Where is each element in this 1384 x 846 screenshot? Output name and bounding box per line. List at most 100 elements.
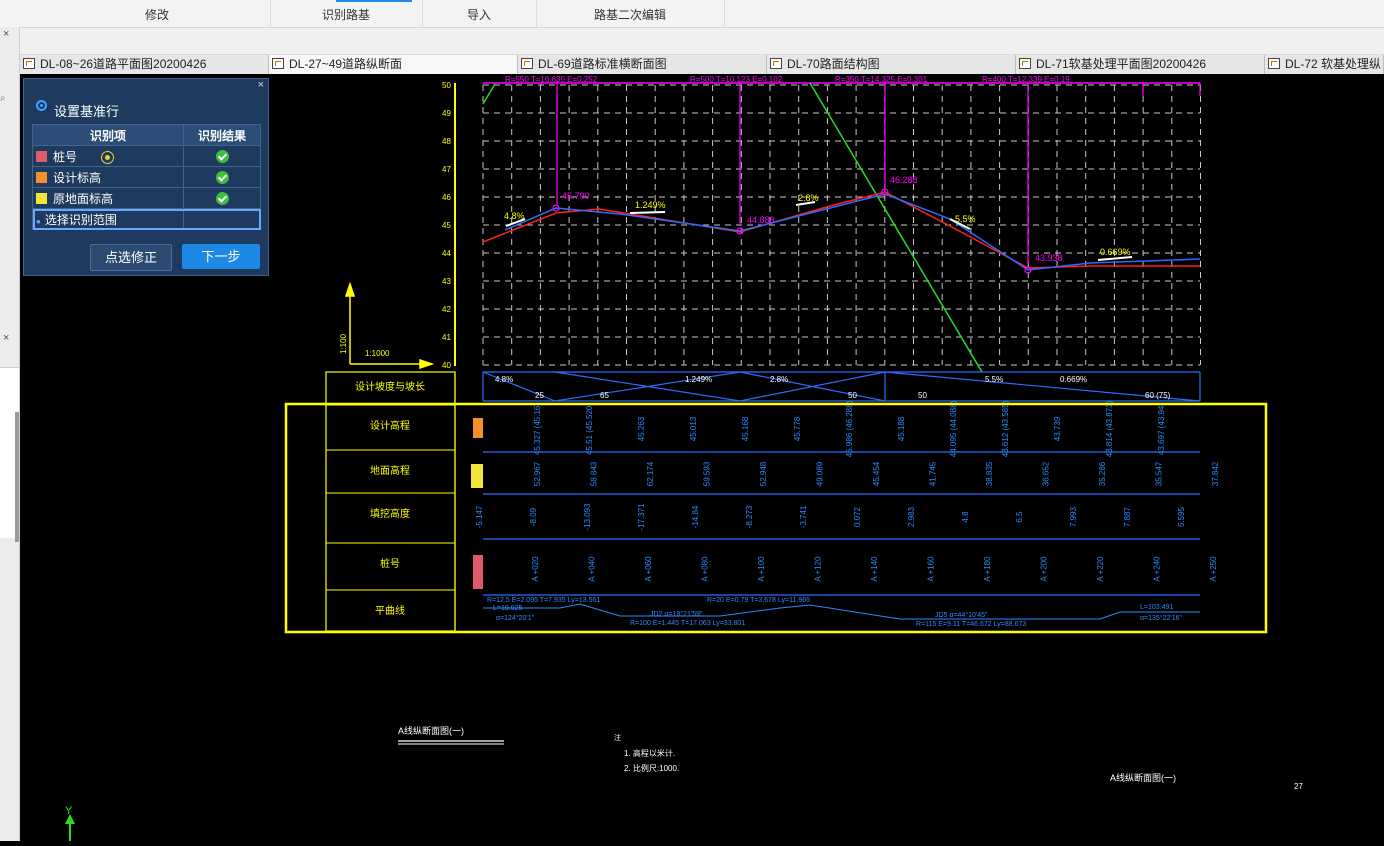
next-step-button[interactable]: 下一步 bbox=[182, 244, 260, 269]
table-frame bbox=[325, 371, 456, 632]
length-value: 60 (75) bbox=[1145, 391, 1171, 400]
fill-cut-value: -17.371 bbox=[637, 503, 646, 531]
length-value: 65 bbox=[600, 391, 609, 400]
tab-doc-5[interactable]: DL-71软基处理平面图20200426 bbox=[1016, 55, 1265, 74]
design-elev-value: 45.263 bbox=[637, 416, 646, 441]
active-menu-indicator bbox=[336, 0, 412, 2]
plan-curve-label: α=124°20'1" bbox=[496, 614, 535, 622]
fill-cut-value: -14.84 bbox=[691, 505, 700, 528]
table-row[interactable]: 设计标高 bbox=[32, 166, 261, 188]
y-tick-label: 41 bbox=[442, 333, 451, 342]
menu-modify[interactable]: 修改 bbox=[44, 0, 271, 27]
target-icon[interactable] bbox=[101, 150, 115, 164]
design-elev-value: 43.697 (43.94) bbox=[1157, 403, 1166, 455]
fill-cut-value: -8.273 bbox=[745, 505, 754, 528]
curve-label-1: R=550 T=16.635 E=0.252 bbox=[505, 75, 598, 84]
curve-markers bbox=[556, 83, 1201, 264]
tab-doc-6[interactable]: DL-72 软基处理纵 bbox=[1265, 55, 1384, 74]
select-range-row[interactable]: ● 选择识别范围 bbox=[32, 208, 261, 230]
row-label: 原地面标高 bbox=[53, 191, 114, 206]
pick-fix-button[interactable]: 点选修正 bbox=[90, 244, 172, 271]
station-value: A +250 bbox=[1209, 556, 1218, 582]
baseline-settings-panel: × 设置基准行 识别项 识别结果 桩号 设计标高 原地面标高 ● 选择识别范围 点选… bbox=[23, 78, 269, 276]
curve-label-2: R=500 T=10.123 E=0.102 bbox=[690, 75, 783, 84]
row-header-label: 设计坡度与坡长 bbox=[355, 380, 425, 393]
design-elev-value: 45.188 bbox=[897, 416, 906, 441]
slope-label-2: 1.249% bbox=[635, 200, 666, 210]
check-icon bbox=[215, 171, 229, 185]
tab-doc-2-active[interactable]: DL-27~49道路纵断面 bbox=[269, 55, 518, 74]
design-elev-value: 45.013 bbox=[689, 416, 698, 441]
design-elev-value: 45.778 bbox=[793, 416, 802, 441]
fill-cut-value: -3.741 bbox=[799, 505, 808, 528]
fill-cut-value: 4.8 bbox=[961, 511, 970, 523]
footer-right-title: A线纵断面图(一) bbox=[1110, 772, 1176, 783]
station-value: A +080 bbox=[701, 556, 710, 582]
identify-table: 识别项 识别结果 桩号 设计标高 原地面标高 ● 选择识别范围 bbox=[32, 124, 261, 230]
check-icon bbox=[215, 192, 229, 206]
y-tick-label: 40 bbox=[442, 361, 451, 370]
y-tick-label: 43 bbox=[442, 277, 451, 286]
plan-curve-label: α=135°22'16" bbox=[1140, 614, 1183, 622]
tab-label: DL-71软基处理平面图20200426 bbox=[1036, 57, 1207, 71]
station-value: A +140 bbox=[870, 556, 879, 582]
ground-elev-value: 45.454 bbox=[872, 461, 881, 486]
y-tick-label: 50 bbox=[442, 81, 451, 90]
grid-lines bbox=[482, 84, 1201, 366]
station-value: A +240 bbox=[1153, 556, 1162, 582]
table-row[interactable]: 桩号 bbox=[32, 145, 261, 167]
row-header-label: 填挖高度 bbox=[370, 507, 410, 520]
left-dock-close2-icon[interactable]: × bbox=[3, 332, 9, 344]
green-reference-line bbox=[809, 82, 983, 373]
curve-label-3: R=350 T=14.325 E=0.301 bbox=[835, 75, 928, 84]
station-value: A +220 bbox=[1096, 556, 1105, 582]
design-line bbox=[504, 193, 1201, 271]
slope-label-5: 0.669% bbox=[1100, 247, 1131, 257]
tab-doc-1[interactable]: DL-08~26道路平面图20200426 bbox=[20, 55, 269, 74]
ground-elev-value: 35.547 bbox=[1155, 461, 1164, 486]
table-values: 45.327 (45.16) 45.51 (45.520) 45.263 45.013… bbox=[475, 400, 1220, 581]
slope-label-3: 2.8% bbox=[798, 193, 819, 203]
tab-doc-4[interactable]: DL-70路面结构图 bbox=[767, 55, 1016, 74]
tab-label: DL-27~49道路纵断面 bbox=[289, 57, 403, 71]
ground-elev-marker bbox=[471, 464, 483, 488]
grade-value: 5.5% bbox=[985, 375, 1003, 384]
ground-elev-value: 35.286 bbox=[1098, 461, 1107, 486]
station-value: A +120 bbox=[814, 556, 823, 582]
elev-mark-4: 43.938 bbox=[1035, 253, 1063, 263]
table-row[interactable]: 原地面标高 bbox=[32, 187, 261, 209]
y-tick-label: 44 bbox=[442, 249, 451, 258]
bullet-icon: ● bbox=[36, 216, 41, 226]
y-tick-label: 42 bbox=[442, 305, 451, 314]
design-elev-color-swatch bbox=[36, 171, 47, 183]
ground-elev-value: 52.948 bbox=[759, 461, 768, 486]
splitter-handle[interactable] bbox=[15, 412, 19, 542]
menu-identify-subgrade[interactable]: 识别路基 bbox=[270, 0, 423, 27]
plan-curve-text: R=12.5 E=2.095 T=7.935 Ly=13.561L=19.925… bbox=[483, 597, 1200, 628]
design-elev-marker bbox=[473, 418, 483, 438]
tab-doc-3[interactable]: DL-69道路标准横断面图 bbox=[518, 55, 767, 74]
fill-cut-value: 6.5 bbox=[1015, 511, 1024, 523]
design-elev-value: 44.095 (44.088) bbox=[949, 400, 958, 457]
ground-elev-value: 58.843 bbox=[590, 461, 599, 486]
ground-line bbox=[482, 191, 1200, 269]
row-headers: 设计坡度与坡长设计高程地面高程填挖高度桩号平曲线 bbox=[326, 380, 455, 617]
y-tick-label: 49 bbox=[442, 109, 451, 118]
panel-close-icon[interactable]: × bbox=[258, 79, 264, 91]
row-header-label: 桩号 bbox=[380, 557, 400, 570]
elev-mark-3: 46.288 bbox=[890, 175, 918, 185]
left-dock-close-icon[interactable]: × bbox=[3, 28, 9, 40]
search-icon: ⌕ bbox=[0, 93, 6, 104]
drawing-icon bbox=[770, 58, 782, 69]
drawing-icon bbox=[521, 58, 533, 69]
document-tabbar: DL-08~26道路平面图20200426 DL-27~49道路纵断面 DL-6… bbox=[20, 54, 1384, 74]
slope-label-4: 5.5% bbox=[955, 214, 976, 224]
menu-import[interactable]: 导入 bbox=[422, 0, 537, 27]
menu-subgrade-edit[interactable]: 路基二次编辑 bbox=[536, 0, 725, 27]
footer-left-title: A线纵断面图(一) bbox=[398, 725, 464, 736]
fill-cut-value: -5.147 bbox=[475, 505, 484, 528]
ground-elev-value: 52.967 bbox=[533, 461, 542, 486]
design-elev-value: 43.612 (43.585) bbox=[1001, 400, 1010, 457]
design-elev-value: 45.327 (45.16) bbox=[533, 403, 542, 455]
grade-value: 0.669% bbox=[1060, 375, 1087, 384]
